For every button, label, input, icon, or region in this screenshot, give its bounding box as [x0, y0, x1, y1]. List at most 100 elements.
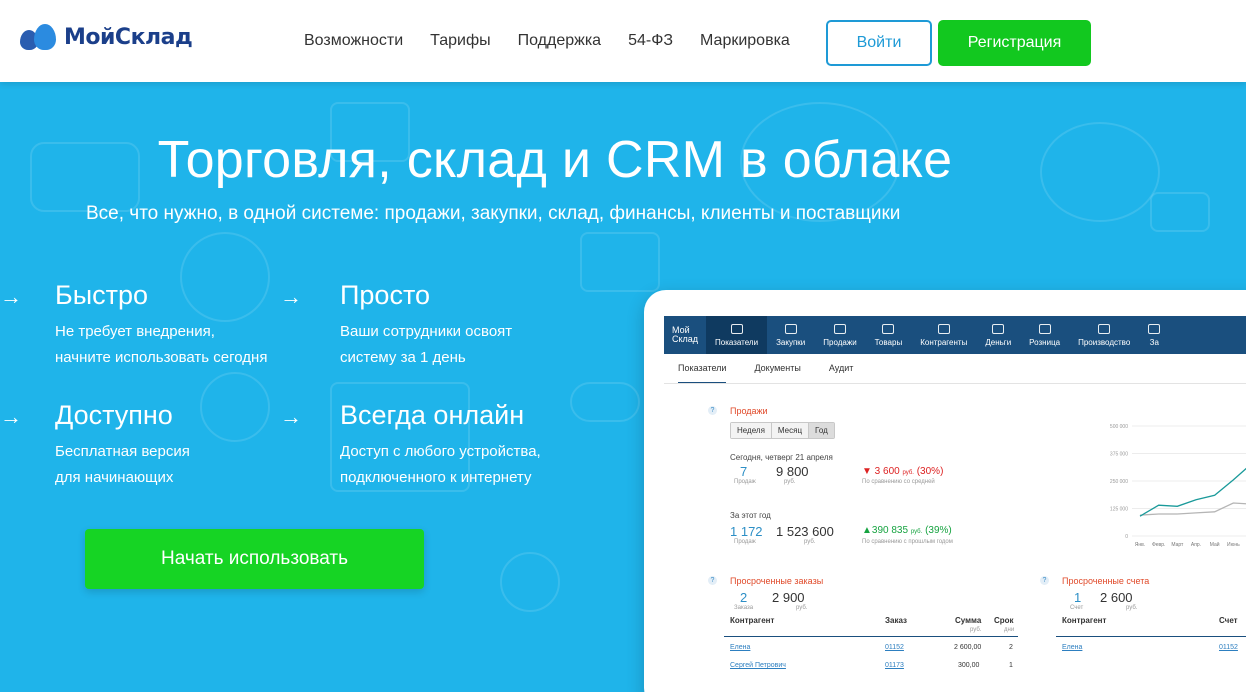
chart-icon: [730, 323, 743, 334]
sales-chart: 500 000 375 000 250 000 125 000 0 Янв. Февр. Ма…: [1094, 422, 1246, 554]
feature-online: → Всегда онлайн Доступ с любого устройст…: [280, 400, 541, 491]
col-term: Срок: [994, 616, 1014, 625]
year-count-caption: Продаж: [734, 539, 756, 545]
factory-icon: [1098, 323, 1111, 334]
year-sum-caption: руб.: [804, 539, 816, 545]
y-tick-label: 500 000: [1110, 424, 1128, 430]
col-sum: Сумма: [955, 616, 982, 625]
feature-fast: → Быстро Не требует внедрения, начните ис…: [0, 280, 267, 371]
sales-chart-svg: 500 000 375 000 250 000 125 000 0 Янв. Февр. Ма…: [1110, 424, 1246, 548]
x-tick-label: Март: [1171, 542, 1184, 548]
nav-link-pricing[interactable]: Тарифы: [430, 32, 490, 50]
today-count-caption: Продаж: [734, 479, 756, 485]
row-counterparty-link[interactable]: Елена: [1062, 644, 1082, 651]
period-selector: Неделя Месяц Год: [730, 422, 835, 439]
arrow-right-icon: →: [0, 284, 22, 309]
row-counterparty-link[interactable]: Елена: [730, 644, 750, 651]
col-invoice: Счет: [1219, 616, 1238, 625]
series-line: [1139, 502, 1246, 516]
tabs-divider: [664, 383, 1246, 384]
app-screenshot: Мой Склад Показатели Закупки Продажи Това…: [664, 316, 1246, 692]
period-year[interactable]: Год: [809, 423, 834, 438]
x-tick-label: Май: [1210, 541, 1220, 548]
main-nav: Возможности Тарифы Поддержка 54-ФЗ Марки…: [304, 32, 817, 50]
app-nav-purchases[interactable]: Закупки: [767, 316, 814, 354]
y-tick-label: 125 000: [1110, 507, 1128, 513]
feature-title: Быстро: [55, 280, 149, 310]
today-sum: 9 800: [776, 464, 809, 479]
row-term: 2: [1009, 644, 1013, 651]
row-sum: 2 600,00: [954, 644, 982, 651]
x-tick-label: Февр.: [1152, 542, 1165, 548]
site-header: МойСклад Возможности Тарифы Поддержка 54…: [0, 0, 1246, 82]
cart-icon: [882, 323, 895, 334]
app-nav: Показатели Закупки Продажи Товары Контра…: [706, 316, 1169, 354]
year-sum: 1 523 600: [776, 524, 834, 539]
col-counterparty: Контрагент: [1062, 616, 1107, 625]
row-order-link[interactable]: 01152: [885, 644, 904, 651]
feature-desc: Доступ с любого устройства, подключенного…: [340, 443, 541, 486]
overdue-orders-count: 2: [740, 590, 748, 605]
logo-mark-icon: [20, 24, 58, 50]
nav-link-features[interactable]: Возможности: [304, 32, 403, 50]
overdue-orders-title: Просроченные заказы: [730, 576, 824, 586]
overdue-invoices-count-caption: Счет: [1070, 605, 1084, 611]
hero-title: Торговля, склад и CRM в облаке: [157, 131, 953, 189]
period-week[interactable]: Неделя: [731, 423, 772, 438]
overdue-invoices-sum: 2 600: [1100, 590, 1133, 605]
bag-icon: [833, 323, 846, 334]
app-nav-retail[interactable]: Розница: [1020, 316, 1069, 354]
purchases-icon: [784, 323, 797, 334]
row-invoice-link[interactable]: 01152: [1219, 644, 1238, 651]
sales-title: Продажи: [730, 406, 768, 416]
today-count: 7: [740, 464, 748, 479]
app-logo: Мой Склад: [672, 325, 699, 344]
logo[interactable]: МойСклад: [20, 24, 193, 50]
arrow-right-icon: →: [0, 404, 22, 429]
app-nav-more[interactable]: За: [1139, 316, 1169, 354]
doodle-envelope: [1150, 192, 1210, 232]
tab-indicators[interactable]: Показатели: [678, 363, 727, 384]
year-delta: ▲390 835 руб. (39%): [862, 525, 952, 536]
period-month[interactable]: Месяц: [771, 423, 810, 438]
app-tabs: Показатели Документы Аудит: [678, 363, 853, 384]
help-icon[interactable]: ?: [708, 406, 717, 415]
x-tick-label: Апр.: [1191, 542, 1201, 548]
app-nav-indicators[interactable]: Показатели: [706, 316, 768, 354]
today-sum-caption: руб.: [784, 479, 796, 485]
register-button[interactable]: Регистрация: [938, 20, 1091, 66]
row-counterparty-link[interactable]: Сергей Петрович: [730, 662, 786, 669]
app-nav-counterparties[interactable]: Контрагенты: [911, 316, 976, 354]
app-nav-production[interactable]: Производство: [1069, 316, 1139, 354]
login-button[interactable]: Войти: [826, 20, 932, 66]
start-using-button[interactable]: Начать использовать: [85, 529, 424, 589]
app-nav-goods[interactable]: Товары: [866, 316, 912, 354]
help-icon[interactable]: ?: [1040, 576, 1049, 585]
doodle-cart: [580, 232, 660, 292]
col-term-sub: дни: [1004, 627, 1015, 633]
tab-audit[interactable]: Аудит: [829, 363, 854, 384]
row-order-link[interactable]: 01173: [885, 662, 904, 669]
nav-link-54fz[interactable]: 54-ФЗ: [628, 32, 673, 50]
tab-documents[interactable]: Документы: [754, 363, 800, 384]
tasks-icon: [1148, 323, 1161, 334]
col-counterparty: Контрагент: [730, 616, 775, 625]
feature-desc: Бесплатная версия для начинающих: [55, 443, 190, 486]
doodle-coin: [500, 552, 560, 612]
feature-affordable: → Доступно Бесплатная версия для начинающ…: [0, 400, 190, 491]
hero-subtitle: Все, что нужно, в одной системе: продажи…: [86, 203, 901, 224]
app-nav-money[interactable]: Деньги: [976, 316, 1020, 354]
row-term: 1: [1009, 662, 1013, 669]
app-nav-sales[interactable]: Продажи: [814, 316, 865, 354]
feature-title: Всегда онлайн: [340, 400, 525, 430]
today-delta-caption: По сравнению со средней: [862, 479, 935, 485]
nav-link-marking[interactable]: Маркировка: [700, 32, 790, 50]
y-tick-label: 375 000: [1110, 452, 1128, 458]
overdue-orders-sum-caption: руб.: [796, 605, 808, 611]
help-icon[interactable]: ?: [708, 576, 717, 585]
wallet-icon: [992, 323, 1005, 334]
users-icon: [937, 323, 950, 334]
doodle-gear: [200, 372, 270, 442]
nav-link-support[interactable]: Поддержка: [518, 32, 601, 50]
year-count: 1 172: [730, 524, 763, 539]
